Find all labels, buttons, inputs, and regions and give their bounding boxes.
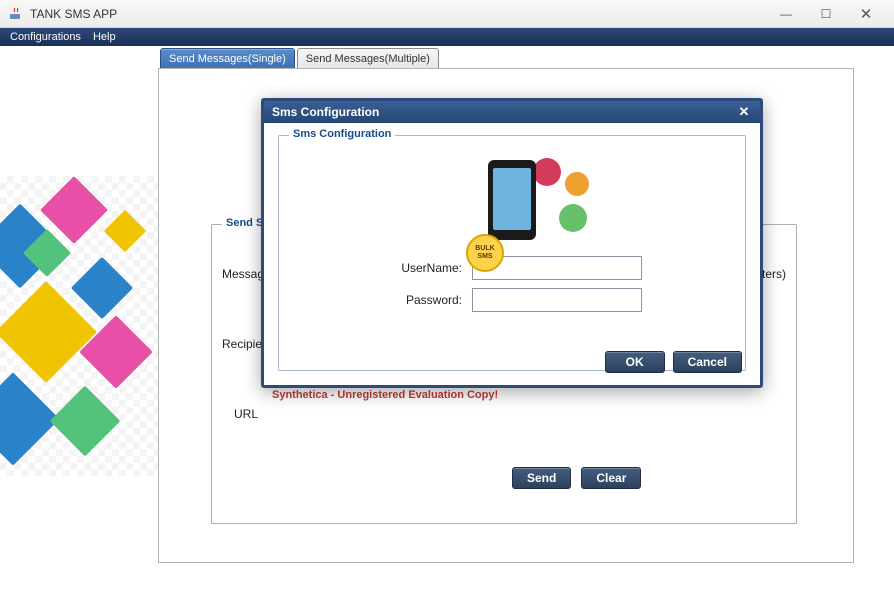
bulk-sms-banner: BULK SMS [377,154,647,246]
dialog-title: Sms Configuration [272,105,379,119]
decorative-graphic [0,176,165,476]
ok-button[interactable]: OK [605,351,665,373]
config-legend: Sms Configuration [289,128,395,140]
window-title: TANK SMS APP [30,7,766,21]
close-button[interactable]: ✕ [846,0,886,27]
clear-button[interactable]: Clear [581,467,641,489]
bubble-icon [565,172,589,196]
dialog-button-row: OK Cancel [605,351,742,373]
config-group: Sms Configuration BULK SMS UserName: Pas… [278,135,746,371]
work-area: Send Messages(Single) Send Messages(Mult… [0,46,894,595]
menu-configurations[interactable]: Configurations [4,31,87,43]
tab-send-multiple[interactable]: Send Messages(Multiple) [297,48,439,70]
dialog-close-button[interactable]: ✕ [736,104,752,120]
cancel-button[interactable]: Cancel [673,351,742,373]
menu-help[interactable]: Help [87,31,122,43]
synthetica-watermark: Synthetica - Unregistered Evaluation Cop… [272,389,498,401]
tab-bar: Send Messages(Single) Send Messages(Mult… [160,48,439,70]
minimize-button[interactable]: — [766,0,806,27]
sms-icon [533,158,561,186]
url-label: URL [234,407,258,421]
java-icon [8,6,24,22]
username-label: UserName: [382,261,462,275]
dialog-title-bar: Sms Configuration ✕ [264,101,760,123]
maximize-button[interactable]: ☐ [806,0,846,27]
menu-bar: Configurations Help [0,28,894,46]
phone-icon [488,160,536,240]
sms-config-dialog: Sms Configuration ✕ Sms Configuration BU… [261,98,763,388]
tab-send-single[interactable]: Send Messages(Single) [160,48,295,70]
device-icon [559,204,587,232]
password-input[interactable] [472,288,642,312]
send-button[interactable]: Send [512,467,571,489]
password-row: Password: [295,288,729,312]
bulk-sms-badge: BULK SMS [466,234,504,272]
title-bar: TANK SMS APP — ☐ ✕ [0,0,894,28]
password-label: Password: [382,293,462,307]
dialog-body: Sms Configuration BULK SMS UserName: Pas… [264,123,760,385]
username-row: UserName: [295,256,729,280]
